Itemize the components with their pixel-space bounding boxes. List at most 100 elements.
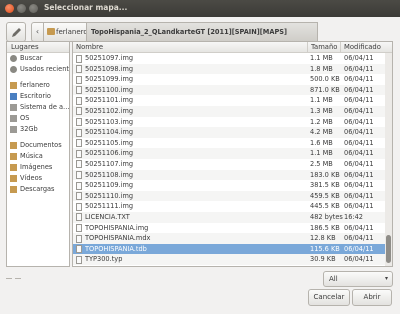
file-icon	[76, 160, 82, 169]
file-name: 50251103.img	[85, 117, 134, 126]
column-size[interactable]: Tamaño	[308, 42, 341, 53]
sidebar-item-label: Buscar	[20, 54, 43, 62]
sidebar-item-label: Música	[20, 152, 43, 160]
file-icon	[76, 245, 82, 254]
file-icon	[76, 213, 82, 222]
file-icon	[76, 128, 82, 137]
sidebar-item-label: 32Gb	[20, 125, 38, 133]
column-header: Nombre Tamaño Modificado	[73, 42, 392, 53]
file-modified: 06/04/11	[344, 64, 374, 73]
file-size: 482 bytes	[310, 212, 343, 221]
sidebar-item-label: Vídeos	[20, 174, 43, 182]
crumb-current-folder[interactable]: TopoHispania_2_QLandkarteGT [2011][SPAIN…	[86, 22, 318, 42]
file-icon	[76, 234, 82, 243]
file-name: 50251108.img	[85, 170, 134, 179]
file-name: 50251106.img	[85, 149, 134, 158]
file-name: 50251105.img	[85, 138, 134, 147]
file-name: LICENCIA.TXT	[85, 212, 130, 221]
file-name: 50251102.img	[85, 106, 134, 115]
open-button[interactable]: Abrir	[352, 289, 392, 306]
sidebar-item[interactable]: Descargas	[7, 184, 69, 195]
sidebar-header[interactable]: Lugares	[7, 42, 69, 53]
file-modified: 06/04/11	[344, 138, 374, 147]
file-rows: 50251097.img 1.1 MB 06/04/11 50251098.img 1.…	[73, 53, 385, 265]
file-name: 50251107.img	[85, 159, 134, 168]
sidebar-item-label: Usados reciente	[20, 65, 69, 73]
type-location-button[interactable]	[6, 22, 26, 42]
scrollbar-thumb[interactable]	[386, 235, 391, 263]
file-row[interactable]: 50251097.img 1.1 MB 06/04/11	[73, 53, 385, 64]
file-row[interactable]: 50251100.img 871.0 KB 06/04/11	[73, 84, 385, 96]
cancel-button[interactable]: Cancelar	[308, 289, 350, 306]
file-row[interactable]: 50251105.img 1.6 MB 06/04/11	[73, 138, 385, 149]
file-size: 183.0 KB	[310, 170, 340, 179]
file-row[interactable]: LICENCIA.TXT 482 bytes 16:42	[73, 211, 385, 223]
sidebar-item[interactable]: 32Gb	[7, 124, 69, 135]
folder-icon	[10, 186, 17, 193]
file-filter-select[interactable]: All ▾	[323, 271, 393, 287]
file-modified: 06/04/11	[344, 234, 374, 243]
file-row[interactable]: 50251111.img 445.5 KB 06/04/11	[73, 201, 385, 212]
file-name: 50251111.img	[85, 202, 134, 211]
drive-icon	[10, 104, 17, 111]
sidebar-item-label: OS	[20, 114, 30, 122]
sidebar-item[interactable]: ferlanero	[7, 80, 69, 91]
sidebar-item[interactable]: Escritorio	[7, 91, 69, 102]
drive-icon	[10, 115, 17, 122]
remove-bookmark-button[interactable]	[15, 277, 21, 279]
folder-icon	[10, 153, 17, 160]
file-row[interactable]: 50251098.img 1.8 MB 06/04/11	[73, 63, 385, 75]
sidebar-item[interactable]: Sistema de a…	[7, 102, 69, 113]
sidebar-item[interactable]: OS	[7, 113, 69, 124]
file-row[interactable]: 50251102.img 1.3 MB 06/04/11	[73, 105, 385, 117]
sidebar-item[interactable]: Imágenes	[7, 162, 69, 173]
home-folder-icon	[10, 82, 17, 89]
file-size: 1.8 MB	[310, 64, 333, 73]
minimize-window-button[interactable]	[17, 4, 26, 13]
file-row[interactable]: 50251104.img 4.2 MB 06/04/11	[73, 127, 385, 138]
file-row[interactable]: 50251108.img 183.0 KB 06/04/11	[73, 169, 385, 181]
file-row[interactable]: TOPOHISPANIA.mdx 12.8 KB 06/04/11	[73, 233, 385, 244]
column-name[interactable]: Nombre	[73, 42, 308, 53]
vertical-scrollbar[interactable]	[385, 53, 392, 266]
sidebar-item[interactable]: Buscar	[7, 53, 69, 64]
file-modified: 06/04/11	[344, 54, 374, 62]
file-row[interactable]: 50251109.img 381.5 KB 06/04/11	[73, 180, 385, 191]
sidebar-item[interactable]: Música	[7, 151, 69, 162]
file-row[interactable]: TOPOHISPANIA.tdb 115.6 KB 06/04/11	[73, 243, 385, 255]
file-modified: 06/04/11	[344, 181, 374, 190]
close-window-button[interactable]	[5, 4, 14, 13]
file-icon	[76, 171, 82, 180]
file-modified: 06/04/11	[344, 106, 374, 115]
file-size: 871.0 KB	[310, 85, 340, 94]
file-size: 1.3 MB	[310, 106, 333, 115]
file-name: 50251101.img	[85, 96, 134, 105]
sidebar-item[interactable]: Documentos	[7, 140, 69, 151]
file-row[interactable]: TYP300.typ 30.9 KB 06/04/11	[73, 254, 385, 265]
file-size: 459.5 KB	[310, 191, 340, 200]
file-size: 2.5 MB	[310, 159, 333, 168]
file-size: 1.2 MB	[310, 117, 333, 126]
sidebar-item[interactable]: Usados reciente	[7, 64, 69, 75]
crumb-ferlanero[interactable]: ferlanero	[43, 22, 88, 42]
crumb-label: TopoHispania_2_QLandkarteGT [2011][SPAIN…	[91, 28, 288, 36]
file-name: 50251098.img	[85, 64, 134, 73]
file-row[interactable]: 50251107.img 2.5 MB 06/04/11	[73, 159, 385, 170]
sidebar-item-label: Sistema de a…	[20, 103, 69, 111]
file-row[interactable]: 50251101.img 1.1 MB 06/04/11	[73, 95, 385, 106]
file-row[interactable]: TOPOHISPANIA.img 186.5 KB 06/04/11	[73, 223, 385, 234]
file-row[interactable]: 50251106.img 1.1 MB 06/04/11	[73, 148, 385, 159]
file-modified: 06/04/11	[344, 85, 374, 94]
folder-icon	[10, 142, 17, 149]
file-row[interactable]: 50251099.img 500.0 KB 06/04/11	[73, 74, 385, 85]
sidebar-item-label: Imágenes	[20, 163, 53, 171]
sidebar-item[interactable]: Vídeos	[7, 173, 69, 184]
add-bookmark-button[interactable]	[6, 277, 12, 279]
file-row[interactable]: 50251103.img 1.2 MB 06/04/11	[73, 117, 385, 128]
file-row[interactable]: 50251110.img 459.5 KB 06/04/11	[73, 190, 385, 202]
column-modified[interactable]: Modificado	[341, 42, 392, 53]
file-size: 445.5 KB	[310, 202, 340, 211]
file-size: 500.0 KB	[310, 75, 340, 84]
file-icon	[76, 118, 82, 127]
maximize-window-button[interactable]	[29, 4, 38, 13]
